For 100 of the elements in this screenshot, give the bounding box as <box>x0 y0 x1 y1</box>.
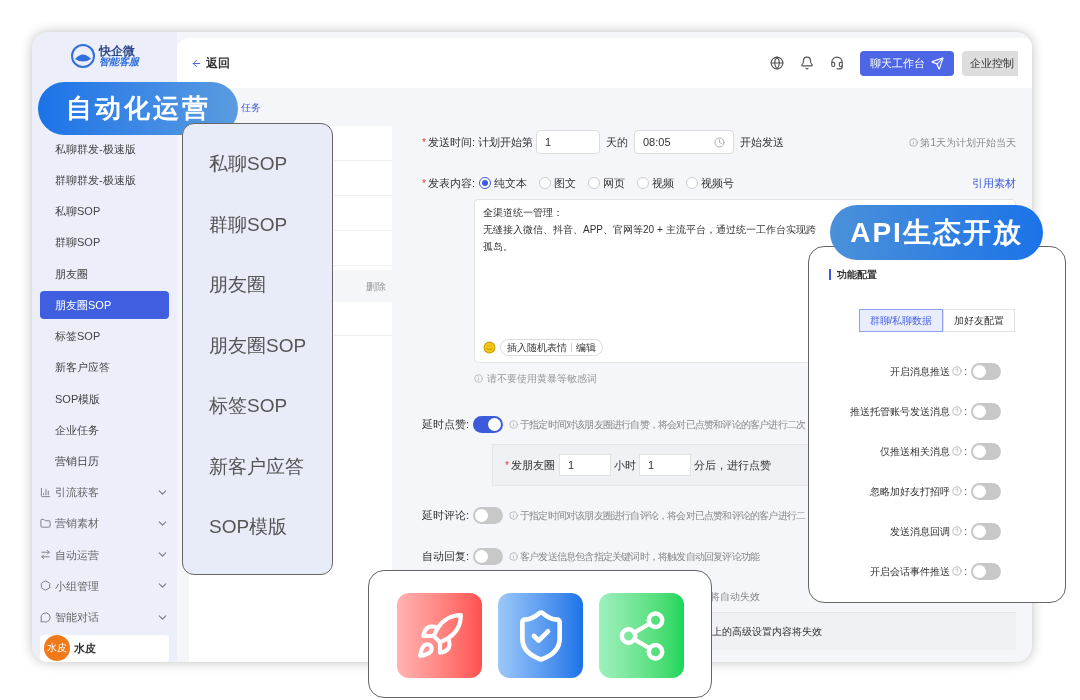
popup-item[interactable]: 新客户应答 <box>209 452 332 514</box>
setting-label: 仅推送相关消息 <box>880 444 951 459</box>
breadcrumb[interactable]: 任务 <box>241 99 261 115</box>
toggle-switch[interactable] <box>473 506 504 524</box>
radio-label[interactable]: 纯文本 <box>493 174 527 192</box>
popup-item[interactable]: 群聊SOP <box>209 210 332 272</box>
back-button[interactable]: 返回 <box>191 54 230 72</box>
logo-icon <box>70 44 95 69</box>
field-label: 发表内容: <box>427 175 475 191</box>
field-label: 延时评论: <box>422 507 470 523</box>
user-name: 水皮 <box>74 641 96 657</box>
sidebar-item[interactable]: 企业任务 <box>40 416 169 444</box>
sidebar-group[interactable]: 智能对话 <box>40 601 169 633</box>
body-text: 全渠道统一管理： <box>483 206 563 220</box>
help-icon[interactable] <box>952 406 963 416</box>
info-icon <box>509 551 519 561</box>
radio-button[interactable] <box>478 177 491 189</box>
sidebar-item[interactable]: 私聊SOP <box>40 197 169 225</box>
popup-item[interactable]: 标签SOP <box>209 392 332 453</box>
avatar: 水皮 <box>44 635 70 662</box>
sidebar-group[interactable]: 小组管理 <box>40 570 169 602</box>
toggle-switch[interactable] <box>971 442 1001 460</box>
arrow-left-icon <box>191 57 202 69</box>
sidebar-item[interactable]: 新客户应答 <box>40 354 169 382</box>
tab[interactable]: 加好友配置 <box>943 309 1016 332</box>
info-icon <box>909 137 919 147</box>
setting-label: 开启消息推送 <box>890 364 951 379</box>
popup-item[interactable]: 朋友圈SOP <box>209 331 332 393</box>
colon: : <box>964 564 967 579</box>
sidebar-item[interactable]: SOP模版 <box>40 385 169 413</box>
sidebar-item[interactable]: 私聊群发-极速版 <box>40 135 169 163</box>
field-text: 开始发送 <box>739 134 784 150</box>
help-icon[interactable] <box>952 366 963 376</box>
sidebar-group[interactable]: 引流获客 <box>40 477 169 509</box>
feature-badge: 自动化运营 <box>38 82 238 135</box>
edit-button[interactable]: 编辑 <box>576 340 596 355</box>
smiley-icon[interactable] <box>483 341 496 354</box>
arrows-icon <box>40 549 51 561</box>
required-mark: * <box>422 135 426 150</box>
info-icon <box>509 510 519 520</box>
headset-icon[interactable] <box>830 56 844 70</box>
hint-text: 第1天为计划开始当天 <box>920 135 1016 150</box>
hint-text: 客户发送信息包含指定关键词时，将触发自动回复评论功能 <box>520 549 760 564</box>
day-input[interactable]: 1 <box>535 130 600 154</box>
hint-text: 于指定时间对该朋友圈进行自赞，将会对已点赞和评论的客户进行二次 <box>520 417 806 432</box>
chat-workbench-button[interactable]: 聊天工作台 <box>860 50 954 76</box>
setting-label: 忽略加好友打招呼 <box>870 484 951 499</box>
send-icon <box>931 56 944 70</box>
popup-item[interactable]: SOP模版 <box>209 513 332 575</box>
help-icon[interactable] <box>952 566 963 576</box>
tab[interactable]: 群聊/私聊数据 <box>858 309 944 332</box>
sidebar-item[interactable]: 群聊SOP <box>40 229 169 257</box>
shield-check-app-icon[interactable] <box>498 593 583 678</box>
cite-material-link[interactable]: 引用素材 <box>972 174 1016 192</box>
radio-label[interactable]: 网页 <box>602 174 625 192</box>
sidebar-group[interactable]: 营销素材 <box>40 508 169 540</box>
insert-emoji-button[interactable]: 插入随机表情 <box>507 340 567 355</box>
sidebar-item[interactable]: 朋友圈 <box>40 260 169 288</box>
api-share-app-icon[interactable] <box>599 593 684 678</box>
radio-label[interactable]: 视频 <box>651 174 674 192</box>
sidebar-item[interactable]: 朋友圈SOP <box>40 291 169 319</box>
popup-item[interactable]: 朋友圈 <box>209 271 332 332</box>
globe-icon[interactable] <box>770 56 784 70</box>
toggle-switch[interactable] <box>971 362 1001 380</box>
info-icon <box>509 419 519 429</box>
sidebar-group[interactable]: 自动运营 <box>40 539 169 571</box>
console-button[interactable]: 企业控制 <box>962 50 1018 76</box>
toggle-switch[interactable] <box>971 522 1001 540</box>
rocket-app-icon[interactable] <box>397 593 482 678</box>
help-icon[interactable] <box>952 526 963 536</box>
notice-text: 上的高级设置内容将失效 <box>712 625 822 639</box>
bell-icon[interactable] <box>800 56 814 70</box>
folder-icon <box>40 518 51 530</box>
toggle-switch[interactable] <box>473 415 504 433</box>
warning-text: 请不要使用黄暴等敏感词 <box>487 372 597 386</box>
minutes-input[interactable]: 1 <box>638 454 691 476</box>
setting-label: 发送消息回调 <box>890 524 951 539</box>
bar-chart-icon <box>40 487 51 499</box>
sidebar-item[interactable]: 群聊群发-极速版 <box>40 166 169 194</box>
logo-name: 快企微 <box>98 45 135 58</box>
help-icon[interactable] <box>952 486 963 496</box>
help-icon[interactable] <box>952 446 963 456</box>
user-card[interactable]: 水皮 水皮 <box>40 634 169 662</box>
body-text: 孤岛。 <box>483 240 513 254</box>
hexagon-icon <box>40 580 51 592</box>
field-label: 延时点赞: <box>422 416 470 432</box>
colon: : <box>964 524 967 539</box>
time-input[interactable]: 08:05 <box>633 130 734 154</box>
hours-input[interactable]: 1 <box>558 454 611 476</box>
radio-label[interactable]: 视频号 <box>700 174 734 192</box>
hint-text: 于指定时间对该朋友圈进行自评论，将会对已点赞和评论的客户进行二 <box>520 508 806 523</box>
toggle-switch[interactable] <box>971 482 1001 500</box>
sidebar-item[interactable]: 标签SOP <box>40 322 169 350</box>
popup-item[interactable]: 私聊SOP <box>209 150 332 211</box>
sidebar-item[interactable]: 营销日历 <box>40 447 169 475</box>
toggle-switch[interactable] <box>971 562 1001 580</box>
colon: : <box>964 404 967 419</box>
toggle-switch[interactable] <box>473 547 504 565</box>
radio-label[interactable]: 图文 <box>553 174 576 192</box>
toggle-switch[interactable] <box>971 402 1001 420</box>
